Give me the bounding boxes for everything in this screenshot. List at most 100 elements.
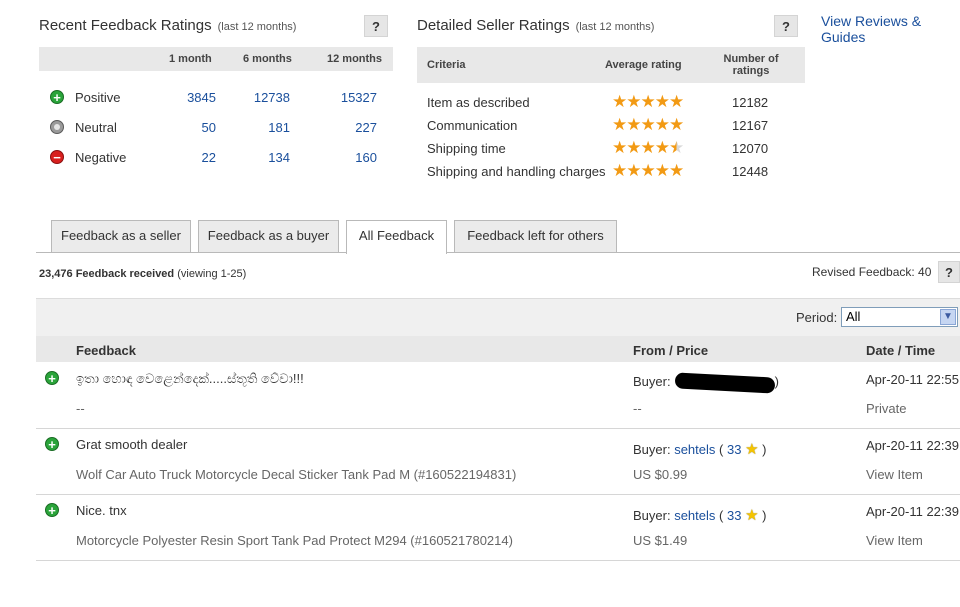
recent-ratings-subtitle: (last 12 months) [217,21,297,33]
feedback-buyer: Buyer: sehtels ( 33 ★ ) [633,507,767,524]
yellow-star-icon: ★ [745,507,759,524]
star-rating-icon: ★★★★★ [612,92,684,111]
feedback-comment: ඉතා හොඳ වෙළෙන්දෙක්.....ස්තූති වේවා!!! [76,371,304,386]
col-1-month: 1 month [169,53,212,65]
rating-positive-1m[interactable]: 3845 [166,90,216,105]
buyer-username-link[interactable]: sehtels [674,508,715,523]
star-rating-icon: ★★★★★ [612,161,684,180]
detailed-ratings-title: Detailed Seller Ratings (last 12 months) [417,17,654,34]
positive-icon: + [50,90,64,104]
feedback-item: Motorcycle Polyester Resin Sport Tank Pa… [76,533,513,548]
feedback-price: US $1.49 [633,533,688,548]
revised-feedback: Revised Feedback: 40 [812,265,932,279]
star-rating-icon: ★★★★★ [612,138,684,157]
tab-all-feedback[interactable]: All Feedback [346,220,447,254]
detailed-ratings-help-button[interactable]: ? [774,15,798,37]
feedback-buyer: Buyer: sehtels ( 33 ★ ) [633,441,767,458]
dsr-row: Item as described ★★★★★ 12182 [417,93,805,115]
tab-feedback-as-buyer[interactable]: Feedback as a buyer [198,220,339,252]
rating-neutral-6m[interactable]: 181 [240,120,290,135]
recent-ratings-help-button[interactable]: ? [364,15,388,37]
feedback-date: Apr-20-11 22:39 [866,438,959,453]
yellow-star-icon: ★ [745,441,759,458]
buyer-score-link[interactable]: 33 [727,508,741,523]
feedback-comment: Grat smooth dealer [76,437,188,452]
feedback-table-header: Feedback From / Price Date / Time [36,336,960,362]
rating-label: Neutral [75,120,117,135]
positive-icon: + [45,503,59,517]
period-selected-value: All [846,309,861,324]
rating-positive-6m[interactable]: 12738 [240,90,290,105]
rating-neutral-1m[interactable]: 50 [166,120,216,135]
buyer-close-paren: ) [774,374,779,389]
dsr-row: Shipping time ★★★★★ 12070 [417,139,805,161]
rating-negative-6m[interactable]: 134 [240,150,290,165]
detailed-ratings-header: Criteria Average rating Number of rating… [417,47,805,83]
col-number-of-ratings: Number of ratings [723,53,779,77]
feedback-price: -- [633,401,642,416]
redacted-buyer-scribble [674,371,775,394]
dsr-criteria: Shipping time [427,141,506,156]
col-average-rating: Average rating [605,59,682,71]
dsr-count: 12448 [732,164,769,179]
neutral-icon [50,120,64,134]
dsr-row: Communication ★★★★★ 12167 [417,116,805,138]
tab-feedback-as-seller[interactable]: Feedback as a seller [51,220,191,252]
rating-row-positive: + Positive 3845 12738 15327 [39,86,393,110]
recent-ratings-header: 1 month 6 months 12 months [39,47,393,71]
dsr-criteria: Shipping and handling charges [427,164,606,179]
detailed-ratings-heading: Detailed Seller Ratings [417,17,570,34]
buyer-label: Buyer: [633,508,671,523]
dsr-count: 12167 [732,118,769,133]
rating-label: Negative [75,150,127,165]
buyer-username-link[interactable]: sehtels [674,442,715,457]
feedback-price: US $0.99 [633,467,688,482]
positive-icon: + [45,371,59,385]
feedback-summary: 23,476 Feedback received (viewing 1-25) [39,268,246,280]
rating-row-negative: − Negative 22 134 160 [39,146,393,170]
rating-label: Positive [75,90,121,105]
tab-divider [36,252,960,253]
col-from-price: From / Price [633,343,709,358]
view-item-link[interactable]: View Item [866,467,923,482]
table-row: + Grat smooth dealer Wolf Car Auto Truck… [36,428,960,495]
feedback-date: Apr-20-11 22:55 [866,372,959,387]
table-row: + Nice. tnx Motorcycle Polyester Resin S… [36,494,960,561]
rating-positive-12m[interactable]: 15327 [327,90,377,105]
feedback-count: 23,476 Feedback received [39,268,175,280]
recent-ratings-title: Recent Feedback Ratings (last 12 months) [39,17,296,34]
period-select[interactable]: All ▼ [841,307,958,327]
dsr-count: 12070 [732,141,769,156]
star-rating-icon: ★★★★★ [612,115,684,134]
tab-feedback-left-for-others[interactable]: Feedback left for others [454,220,617,252]
view-reviews-guides-link[interactable]: View Reviews & Guides [821,13,960,45]
detailed-ratings-subtitle: (last 12 months) [575,21,655,33]
period-label: Period: [796,310,838,325]
col-6-months: 6 months [243,53,292,65]
negative-icon: − [50,150,64,164]
buyer-score-link[interactable]: 33 [727,442,741,457]
feedback-buyer: Buyer:) [633,371,779,394]
positive-icon: + [45,437,59,451]
rating-negative-12m[interactable]: 160 [327,150,377,165]
feedback-item: -- [76,401,85,416]
rating-negative-1m[interactable]: 22 [166,150,216,165]
chevron-down-icon[interactable]: ▼ [940,309,956,325]
view-item-link[interactable]: View Item [866,533,923,548]
recent-ratings-heading: Recent Feedback Ratings [39,17,212,34]
col-date-time: Date / Time [866,343,936,358]
table-row: + ඉතා හොඳ වෙළෙන්දෙක්.....ස්තූති වේවා!!! … [36,362,960,429]
rating-neutral-12m[interactable]: 227 [327,120,377,135]
feedback-comment: Nice. tnx [76,503,127,518]
feedback-viewing: (viewing 1-25) [177,268,247,280]
col-feedback: Feedback [76,343,136,358]
dsr-row: Shipping and handling charges ★★★★★ 1244… [417,162,805,184]
dsr-criteria: Item as described [427,95,530,110]
dsr-criteria: Communication [427,118,518,133]
feedback-date: Apr-20-11 22:39 [866,504,959,519]
buyer-label: Buyer: [633,442,671,457]
buyer-label: Buyer: [633,374,671,389]
feedback-private-label: Private [866,401,907,416]
revised-feedback-help-button[interactable]: ? [938,261,960,283]
col-criteria: Criteria [427,59,466,71]
